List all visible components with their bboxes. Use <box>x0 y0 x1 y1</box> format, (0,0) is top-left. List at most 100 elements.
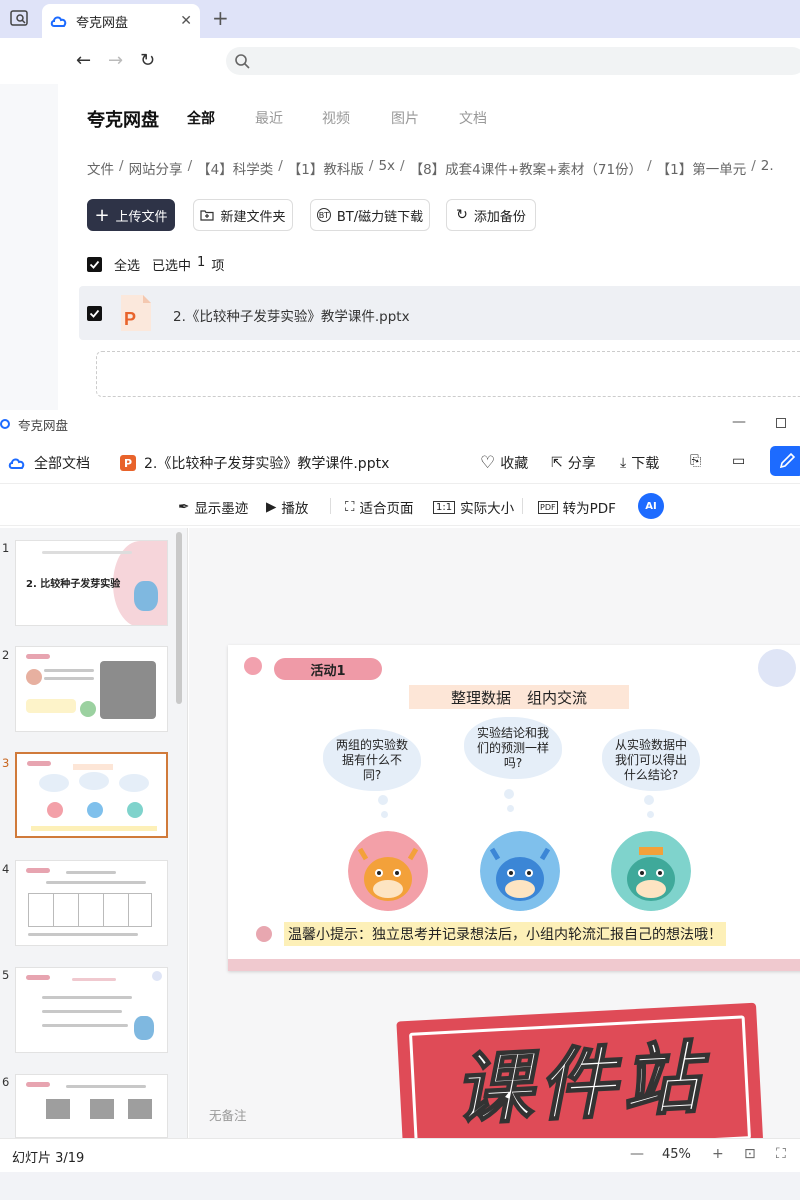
tab-image[interactable]: 图片 <box>391 108 419 128</box>
breadcrumb-item[interactable]: 网站分享 <box>129 158 183 178</box>
fullscreen-icon[interactable]: ⛶ <box>776 1146 786 1162</box>
select-all-checkbox[interactable] <box>87 257 102 272</box>
breadcrumb-separator: / <box>119 158 124 174</box>
breadcrumb-separator: / <box>278 158 283 174</box>
file-checkbox[interactable] <box>87 306 102 321</box>
all-documents-button[interactable]: 全部文档 <box>8 453 90 473</box>
slide-counter: 幻灯片 3/19 <box>12 1151 85 1166</box>
thought-bubble-3: 从实验数据中我们可以得出什么结论? <box>602 729 700 791</box>
thumb-title: 2. 比较种子发芽实验 <box>26 579 121 590</box>
slide-thumbnail-1[interactable]: 2. 比较种子发芽实验 <box>15 540 168 626</box>
folder-plus-icon <box>200 210 215 221</box>
share-button[interactable]: ⇱ 分享 <box>551 453 596 473</box>
select-all-label[interactable]: 全选 <box>114 255 140 274</box>
tab-close-icon[interactable]: ✕ <box>180 13 192 29</box>
notes-placeholder[interactable]: 无备注 <box>209 1105 247 1124</box>
breadcrumb-item[interactable]: 【8】成套4课件+教案+素材（71份） <box>410 158 642 178</box>
thought-bubble-2: 实验结论和我们的预测一样吗? <box>464 717 562 779</box>
bt-icon: BT <box>316 208 331 222</box>
current-slide: 活动1 整理数据 组内交流 两组的实验数据有什么不同? 实验结论和我们的预测一样… <box>228 645 800 971</box>
play-button[interactable]: ▶ 播放 <box>266 497 308 517</box>
thumb-number: 1 <box>2 541 10 555</box>
slide-thumbnail-3-selected[interactable] <box>15 752 168 838</box>
slide-thumbnail-2[interactable] <box>15 646 168 732</box>
viewer-window-title: 夸克网盘 <box>18 417 69 433</box>
forward-button[interactable]: → <box>108 50 123 71</box>
breadcrumb-separator: / <box>751 158 756 174</box>
breadcrumb-separator: / <box>647 158 652 174</box>
breadcrumb-item[interactable]: 【4】科学类 <box>197 158 273 178</box>
breadcrumb-separator: / <box>368 158 374 174</box>
feedback-icon[interactable]: ▭ <box>732 453 745 469</box>
zoom-level[interactable]: 45% <box>662 1147 691 1162</box>
breadcrumb-item[interactable]: 【1】教科版 <box>288 158 364 178</box>
zoom-in-icon[interactable]: + <box>712 1146 724 1162</box>
bt-magnet-download-button[interactable]: BT BT/磁力链下载 <box>310 199 430 231</box>
upload-file-button[interactable]: + 上传文件 <box>87 199 175 231</box>
selected-count-text: 已选中 1 项 <box>152 255 225 274</box>
new-tab-button[interactable]: + <box>212 6 229 30</box>
slide-thumbnail-6[interactable] <box>15 1074 168 1138</box>
slide-thumbnail-4[interactable] <box>15 860 168 946</box>
add-backup-button[interactable]: ↻ 添加备份 <box>446 199 536 231</box>
tab-search-icon[interactable] <box>10 9 28 27</box>
file-name[interactable]: 2.《比较种子发芽实验》教学课件.pptx <box>173 305 410 325</box>
tab-title: 夸克网盘 <box>76 15 129 31</box>
thumb-photo <box>100 661 156 719</box>
address-bar[interactable] <box>226 47 800 75</box>
tab-video[interactable]: 视频 <box>322 108 350 128</box>
file-row[interactable]: P 2.《比较种子发芽实验》教学课件.pptx <box>79 286 800 340</box>
search-icon <box>235 54 250 69</box>
tab-all[interactable]: 全部 <box>187 108 215 128</box>
bubble-tail <box>647 811 654 818</box>
download-icon: ⤓ <box>620 455 627 471</box>
thumb-number: 2 <box>2 648 10 662</box>
maximize-icon[interactable] <box>776 418 786 428</box>
breadcrumb-item[interactable]: 2. <box>761 158 774 178</box>
tab-document[interactable]: 文档 <box>459 108 487 128</box>
actual-size-button[interactable]: 1:1 实际大小 <box>433 497 514 517</box>
breadcrumb-item[interactable]: 5x <box>378 158 395 178</box>
fit-page-icon: ⛶ <box>345 499 355 515</box>
zoom-out-icon[interactable]: — <box>630 1146 644 1162</box>
tip-dot <box>256 926 272 942</box>
reload-button[interactable]: ↻ <box>140 50 155 71</box>
breadcrumb-item[interactable]: 文件 <box>87 158 114 178</box>
netdisk-sidebar <box>0 84 58 410</box>
breadcrumb-item[interactable]: 【1】第一单元 <box>657 158 747 178</box>
activity-label: 活动1 <box>274 658 382 680</box>
page-title: 夸克网盘 <box>87 110 159 131</box>
ppt-icon: P <box>120 455 136 471</box>
convert-pdf-button[interactable]: PDF 转为PDF <box>538 497 616 517</box>
upload-drop-zone[interactable] <box>96 351 800 397</box>
tab-recent[interactable]: 最近 <box>255 108 283 128</box>
document-title: P 2.《比较种子发芽实验》教学课件.pptx <box>120 453 389 473</box>
show-ink-button[interactable]: ✒ 显示墨迹 <box>178 497 248 517</box>
toolbar-divider <box>330 498 331 514</box>
thumbnail-scrollbar[interactable] <box>176 532 182 704</box>
slide-thumbnail-5[interactable] <box>15 967 168 1053</box>
edit-pen-icon[interactable] <box>770 446 800 476</box>
quark-cloud-icon <box>8 458 25 469</box>
fit-page-button[interactable]: ⛶ 适合页面 <box>345 497 413 517</box>
back-button[interactable]: ← <box>76 50 91 71</box>
check-icon <box>89 309 100 318</box>
bubble-tail <box>378 795 388 805</box>
mascot-icon <box>134 581 158 611</box>
minimize-icon[interactable]: — <box>732 414 746 430</box>
browser-tab[interactable]: 夸克网盘 ✕ <box>42 4 200 38</box>
slide-decoration-circle <box>758 649 796 687</box>
svg-text:P: P <box>124 309 136 329</box>
favorite-button[interactable]: ♡ 收藏 <box>480 453 528 473</box>
bubble-tail <box>644 795 654 805</box>
selection-row: 全选 已选中 1 项 <box>87 255 224 274</box>
breadcrumb: 文件 / 网站分享 / 【4】科学类 / 【1】教科版/ 5x / 【8】成套4课件+教… <box>87 158 774 178</box>
quark-cloud-icon <box>50 16 67 27</box>
ai-assistant-button[interactable]: AI <box>638 493 664 519</box>
bubble-tail <box>504 789 514 799</box>
download-button[interactable]: ⤓ 下载 <box>620 453 659 473</box>
toolbar-divider <box>522 498 523 514</box>
fit-view-icon[interactable]: ⊡ <box>744 1146 756 1162</box>
new-folder-button[interactable]: 新建文件夹 <box>193 199 293 231</box>
save-to-disk-icon[interactable]: ⎘ <box>690 453 701 469</box>
